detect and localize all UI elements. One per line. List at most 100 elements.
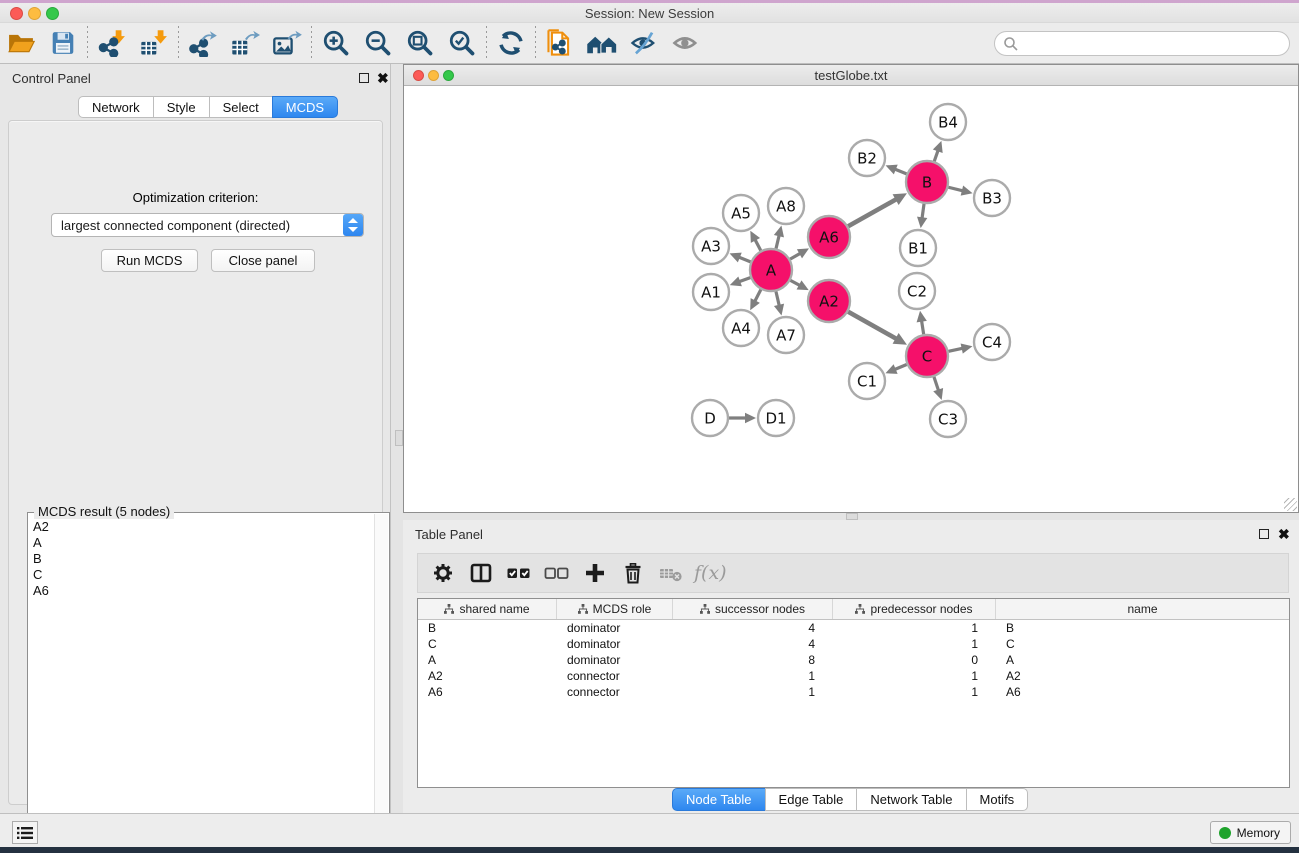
cell-predecessor-nodes[interactable]: 1 — [833, 684, 996, 700]
zoom-fit-icon[interactable] — [399, 25, 441, 61]
export-table-icon[interactable] — [224, 25, 266, 61]
graph-edge-C-C4[interactable] — [949, 348, 964, 351]
column-header-MCDS-role[interactable]: MCDS role — [557, 599, 673, 619]
graph-edge-A-A4[interactable] — [754, 290, 761, 303]
network-from-selection-icon[interactable] — [539, 25, 581, 61]
float-panel-icon[interactable] — [1259, 529, 1269, 539]
tab-node-table[interactable]: Node Table — [672, 788, 766, 811]
result-item-A2[interactable]: A2 — [30, 519, 373, 535]
column-header-name[interactable]: name — [996, 599, 1289, 619]
delete-icon[interactable] — [614, 556, 652, 590]
table-row-C[interactable]: Cdominator41C — [418, 636, 1289, 652]
cell-MCDS-role[interactable]: dominator — [557, 636, 673, 652]
cell-shared-name[interactable]: A — [418, 652, 557, 668]
graph-edge-A-A5[interactable] — [755, 239, 761, 251]
close-panel-button[interactable]: Close panel — [211, 249, 315, 272]
table-row-A6[interactable]: A6connector11A6 — [418, 684, 1289, 700]
network-window-titlebar[interactable]: testGlobe.txt — [404, 65, 1298, 86]
zoom-out-icon[interactable] — [357, 25, 399, 61]
add-icon[interactable] — [576, 556, 614, 590]
show-graphics-details-icon[interactable] — [623, 25, 665, 61]
column-header-successor-nodes[interactable]: successor nodes — [673, 599, 833, 619]
close-panel-icon[interactable]: ✖ — [1278, 526, 1290, 543]
result-scrollbar[interactable] — [374, 514, 388, 851]
cell-predecessor-nodes[interactable]: 0 — [833, 652, 996, 668]
graph-edge-A2-C[interactable] — [848, 312, 897, 340]
cell-predecessor-nodes[interactable]: 1 — [833, 636, 996, 652]
export-image-icon[interactable] — [266, 25, 308, 61]
zoom-in-icon[interactable] — [315, 25, 357, 61]
cell-name[interactable]: B — [996, 620, 1289, 636]
cell-successor-nodes[interactable]: 8 — [673, 652, 833, 668]
apply-layout-icon[interactable] — [581, 25, 623, 61]
gear-icon[interactable] — [424, 556, 462, 590]
table-row-A2[interactable]: A2connector11A2 — [418, 668, 1289, 684]
cell-MCDS-role[interactable]: connector — [557, 668, 673, 684]
graph-edge-A6-B[interactable] — [848, 199, 897, 227]
tab-edge-table[interactable]: Edge Table — [765, 788, 858, 811]
eye-icon[interactable] — [665, 25, 707, 61]
column-header-predecessor-nodes[interactable]: predecessor nodes — [833, 599, 996, 619]
tab-network-table[interactable]: Network Table — [856, 788, 966, 811]
task-history-button[interactable] — [12, 821, 38, 844]
save-session-icon[interactable] — [42, 25, 84, 61]
cell-successor-nodes[interactable]: 1 — [673, 684, 833, 700]
tab-network[interactable]: Network — [78, 96, 154, 118]
graph-edge-A-A7[interactable] — [776, 291, 780, 306]
cell-shared-name[interactable]: A6 — [418, 684, 557, 700]
close-panel-icon[interactable]: ✖ — [377, 70, 389, 87]
splitter-handle-vertical[interactable] — [395, 430, 403, 446]
graph-edge-B-B2[interactable] — [894, 169, 907, 174]
graph-edge-A-A8[interactable] — [776, 234, 779, 248]
cell-name[interactable]: A — [996, 652, 1289, 668]
tab-mcds[interactable]: MCDS — [272, 96, 338, 118]
refresh-icon[interactable] — [490, 25, 532, 61]
result-item-A6[interactable]: A6 — [30, 583, 373, 599]
run-mcds-button[interactable]: Run MCDS — [101, 249, 198, 272]
graph-edge-B-B3[interactable] — [948, 187, 963, 191]
window-resize-grip[interactable] — [1284, 498, 1297, 511]
cell-predecessor-nodes[interactable]: 1 — [833, 620, 996, 636]
cell-shared-name[interactable]: A2 — [418, 668, 557, 684]
cell-MCDS-role[interactable]: dominator — [557, 620, 673, 636]
columns-icon[interactable] — [462, 556, 500, 590]
cell-successor-nodes[interactable]: 4 — [673, 620, 833, 636]
cell-MCDS-role[interactable]: dominator — [557, 652, 673, 668]
splitter-handle-horizontal[interactable] — [846, 513, 858, 520]
search-input[interactable] — [1019, 34, 1289, 54]
zoom-selected-icon[interactable] — [441, 25, 483, 61]
tab-select[interactable]: Select — [209, 96, 273, 118]
graph-edge-A-A3[interactable] — [738, 257, 751, 262]
cell-successor-nodes[interactable]: 1 — [673, 668, 833, 684]
result-item-B[interactable]: B — [30, 551, 373, 567]
open-file-icon[interactable] — [0, 25, 42, 61]
graph-edge-B-B1[interactable] — [922, 204, 924, 219]
cell-shared-name[interactable]: B — [418, 620, 557, 636]
graph-edge-C-C1[interactable] — [894, 364, 907, 369]
float-panel-icon[interactable] — [359, 73, 369, 83]
select-all-icon[interactable] — [500, 556, 538, 590]
graph-edge-C-C3[interactable] — [934, 377, 939, 392]
cell-name[interactable]: A6 — [996, 684, 1289, 700]
result-item-A[interactable]: A — [30, 535, 373, 551]
table-row-A[interactable]: Adominator80A — [418, 652, 1289, 668]
network-canvas[interactable]: B4B2BB3A5A8A6A3AB1A1C2A4A7A2CC4C1C3DD1 — [404, 86, 1298, 512]
cell-name[interactable]: C — [996, 636, 1289, 652]
cell-shared-name[interactable]: C — [418, 636, 557, 652]
tab-motifs[interactable]: Motifs — [966, 788, 1029, 811]
result-item-C[interactable]: C — [30, 567, 373, 583]
search-field[interactable] — [994, 31, 1290, 56]
cell-successor-nodes[interactable]: 4 — [673, 636, 833, 652]
deselect-all-icon[interactable] — [538, 556, 576, 590]
cell-name[interactable]: A2 — [996, 668, 1289, 684]
table-row-B[interactable]: Bdominator41B — [418, 620, 1289, 636]
cell-MCDS-role[interactable]: connector — [557, 684, 673, 700]
import-table-icon[interactable] — [133, 25, 175, 61]
column-header-shared-name[interactable]: shared name — [418, 599, 557, 619]
import-network-icon[interactable] — [91, 25, 133, 61]
memory-button[interactable]: Memory — [1210, 821, 1291, 844]
cell-predecessor-nodes[interactable]: 1 — [833, 668, 996, 684]
criterion-dropdown[interactable]: largest connected component (directed) — [51, 213, 364, 237]
graph-edge-C-C2[interactable] — [921, 320, 923, 335]
tab-style[interactable]: Style — [153, 96, 210, 118]
